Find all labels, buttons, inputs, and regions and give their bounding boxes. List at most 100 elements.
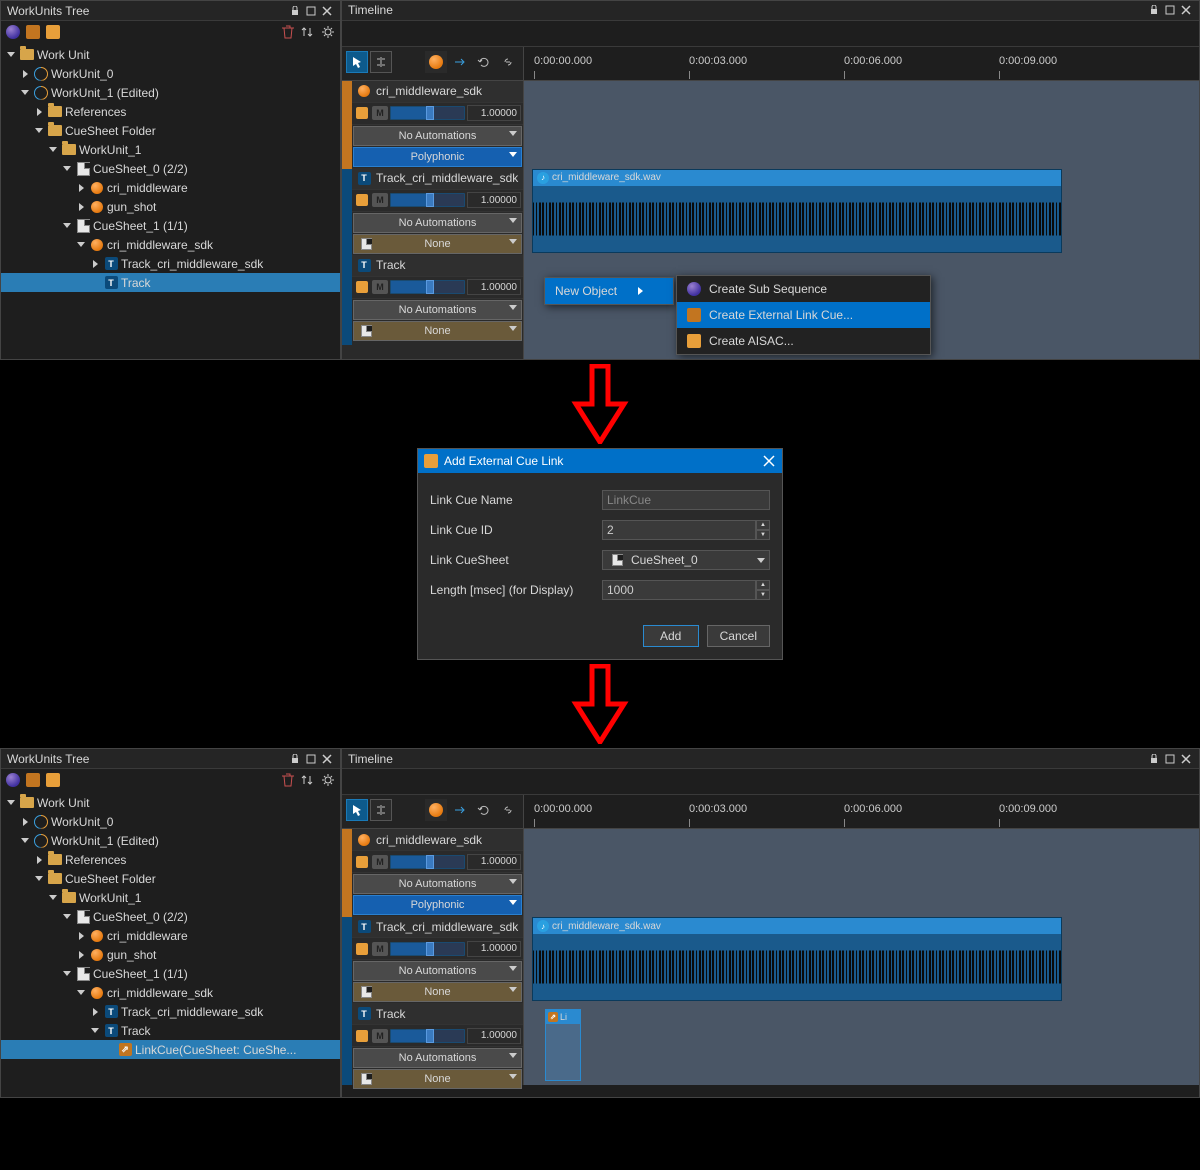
none-dropdown[interactable]: None — [353, 1069, 522, 1089]
ctx-create-aisac[interactable]: Create AISAC... — [677, 328, 930, 354]
arrow-right-icon[interactable] — [449, 51, 471, 73]
tree-row[interactable]: CueSheet Folder — [1, 869, 340, 888]
tree-row[interactable]: WorkUnit_1 (Edited) — [1, 831, 340, 850]
track-volume[interactable]: M 1.00000 — [352, 190, 523, 212]
tree-row-root[interactable]: Work Unit — [1, 793, 340, 812]
lock-icon[interactable] — [1147, 3, 1161, 17]
tree-row[interactable]: WorkUnit_1 — [1, 140, 340, 159]
close-icon[interactable] — [1179, 3, 1193, 17]
sort-icon[interactable] — [300, 772, 316, 788]
volume-value[interactable]: 1.00000 — [467, 1028, 521, 1044]
aisac-icon[interactable] — [45, 24, 61, 40]
ctx-create-ext-link[interactable]: Create External Link Cue... — [677, 302, 930, 328]
link-ext-icon[interactable] — [25, 24, 41, 40]
track-header[interactable]: TTrack — [352, 255, 523, 277]
volume-slider[interactable] — [390, 942, 465, 956]
audio-clip[interactable]: ♪cri_middleware_sdk.wav — [532, 917, 1062, 1001]
mute-button[interactable]: M — [372, 855, 388, 869]
tree-row-linkcue[interactable]: ⇗LinkCue(CueSheet: CueShe... — [1, 1040, 340, 1059]
sort-icon[interactable] — [300, 24, 316, 40]
link-cue-clip[interactable]: ⇗Li — [545, 1009, 581, 1081]
tree[interactable]: Work Unit WorkUnit_0 WorkUnit_1 (Edited)… — [1, 43, 340, 292]
volume-slider[interactable] — [390, 193, 465, 207]
track-volume[interactable]: M1.00000 — [352, 938, 523, 960]
mute-button[interactable]: M — [372, 280, 388, 294]
timeline-ruler[interactable]: 0:00:00.000 0:00:03.000 0:00:06.000 0:00… — [524, 47, 1199, 81]
aisac-icon[interactable] — [45, 772, 61, 788]
aisac-small-icon[interactable] — [354, 1028, 370, 1044]
volume-slider[interactable] — [390, 1029, 465, 1043]
automation-dropdown[interactable]: No Automations — [353, 961, 522, 981]
tree-row[interactable]: CueSheet_1 (1/1) — [1, 964, 340, 983]
dialog-close-icon[interactable] — [762, 454, 776, 468]
maximize-icon[interactable] — [1163, 752, 1177, 766]
tree-row-root[interactable]: Work Unit — [1, 45, 340, 64]
pointer-tool-icon[interactable] — [346, 799, 368, 821]
track-volume[interactable]: M 1.00000 — [352, 851, 523, 873]
volume-value[interactable]: 1.00000 — [467, 192, 521, 208]
track-volume[interactable]: M 1.00000 — [352, 277, 523, 299]
tree-row[interactable]: CueSheet_0 (2/2) — [1, 907, 340, 926]
gear-icon[interactable] — [320, 24, 336, 40]
volume-value[interactable]: 1.00000 — [467, 854, 521, 870]
mute-button[interactable]: M — [372, 1029, 388, 1043]
tree-row[interactable]: TTrack — [1, 1021, 340, 1040]
automation-dropdown[interactable]: No Automations — [353, 126, 522, 146]
audio-clip[interactable]: ♪cri_middleware_sdk.wav — [532, 169, 1062, 253]
tree-row[interactable]: CueSheet Folder — [1, 121, 340, 140]
spin-down[interactable]: ▼ — [756, 590, 770, 600]
tree-row[interactable]: References — [1, 850, 340, 869]
volume-value[interactable]: 1.00000 — [467, 279, 521, 295]
link-icon[interactable] — [497, 799, 519, 821]
pointer-tool-icon[interactable] — [346, 51, 368, 73]
lock-icon[interactable] — [288, 752, 302, 766]
spin-up[interactable]: ▲ — [756, 520, 770, 530]
ctx-create-subseq[interactable]: Create Sub Sequence — [677, 276, 930, 302]
timeline-canvas[interactable]: 0:00:00.000 0:00:03.000 0:00:06.000 0:00… — [524, 47, 1199, 359]
cue-icon[interactable] — [425, 799, 447, 821]
new-icon[interactable] — [5, 24, 21, 40]
lock-icon[interactable] — [1147, 752, 1161, 766]
automation-dropdown[interactable]: No Automations — [353, 213, 522, 233]
none-dropdown[interactable]: None — [353, 234, 522, 254]
track-volume[interactable]: M 1.00000 — [352, 1025, 523, 1047]
link-cue-name-input[interactable]: LinkCue — [602, 490, 770, 510]
context-menu-parent[interactable]: New Object — [544, 277, 674, 305]
mute-button[interactable]: M — [372, 106, 388, 120]
track-cue-header[interactable]: cri_middleware_sdk — [352, 829, 523, 851]
maximize-icon[interactable] — [1163, 3, 1177, 17]
tree-row[interactable]: cri_middleware — [1, 926, 340, 945]
refresh-icon[interactable] — [473, 799, 495, 821]
tree-row[interactable]: WorkUnit_0 — [1, 64, 340, 83]
close-icon[interactable] — [320, 752, 334, 766]
spin-down[interactable]: ▼ — [756, 530, 770, 540]
maximize-icon[interactable] — [304, 752, 318, 766]
volume-slider[interactable] — [390, 280, 465, 294]
track-header[interactable]: TTrack — [352, 1003, 523, 1025]
tree-row[interactable]: cri_middleware_sdk — [1, 983, 340, 1002]
volume-value[interactable]: 1.00000 — [467, 105, 521, 121]
split-tool-icon[interactable] — [370, 799, 392, 821]
tree-row[interactable]: WorkUnit_0 — [1, 812, 340, 831]
ctx-new-object[interactable]: New Object — [545, 278, 673, 304]
tree-row[interactable]: CueSheet_0 (2/2) — [1, 159, 340, 178]
length-input[interactable]: 1000 — [602, 580, 756, 600]
tree-row[interactable]: CueSheet_1 (1/1) — [1, 216, 340, 235]
spin-up[interactable]: ▲ — [756, 580, 770, 590]
poly-dropdown[interactable]: Polyphonic — [353, 895, 522, 915]
aisac-small-icon[interactable] — [354, 941, 370, 957]
cancel-button[interactable]: Cancel — [707, 625, 770, 647]
trash-icon[interactable] — [280, 772, 296, 788]
tree-row[interactable]: WorkUnit_1 (Edited) — [1, 83, 340, 102]
link-icon[interactable] — [497, 51, 519, 73]
maximize-icon[interactable] — [304, 4, 318, 18]
tree-row[interactable]: References — [1, 102, 340, 121]
link-cuesheet-select[interactable]: CueSheet_0 — [602, 550, 770, 570]
mute-button[interactable]: M — [372, 193, 388, 207]
new-icon[interactable] — [5, 772, 21, 788]
track-volume[interactable]: M 1.00000 — [352, 103, 523, 125]
aisac-small-icon[interactable] — [354, 192, 370, 208]
tree-row[interactable]: TTrack_cri_middleware_sdk — [1, 254, 340, 273]
poly-dropdown[interactable]: Polyphonic — [353, 147, 522, 167]
tree-row-selected[interactable]: TTrack — [1, 273, 340, 292]
